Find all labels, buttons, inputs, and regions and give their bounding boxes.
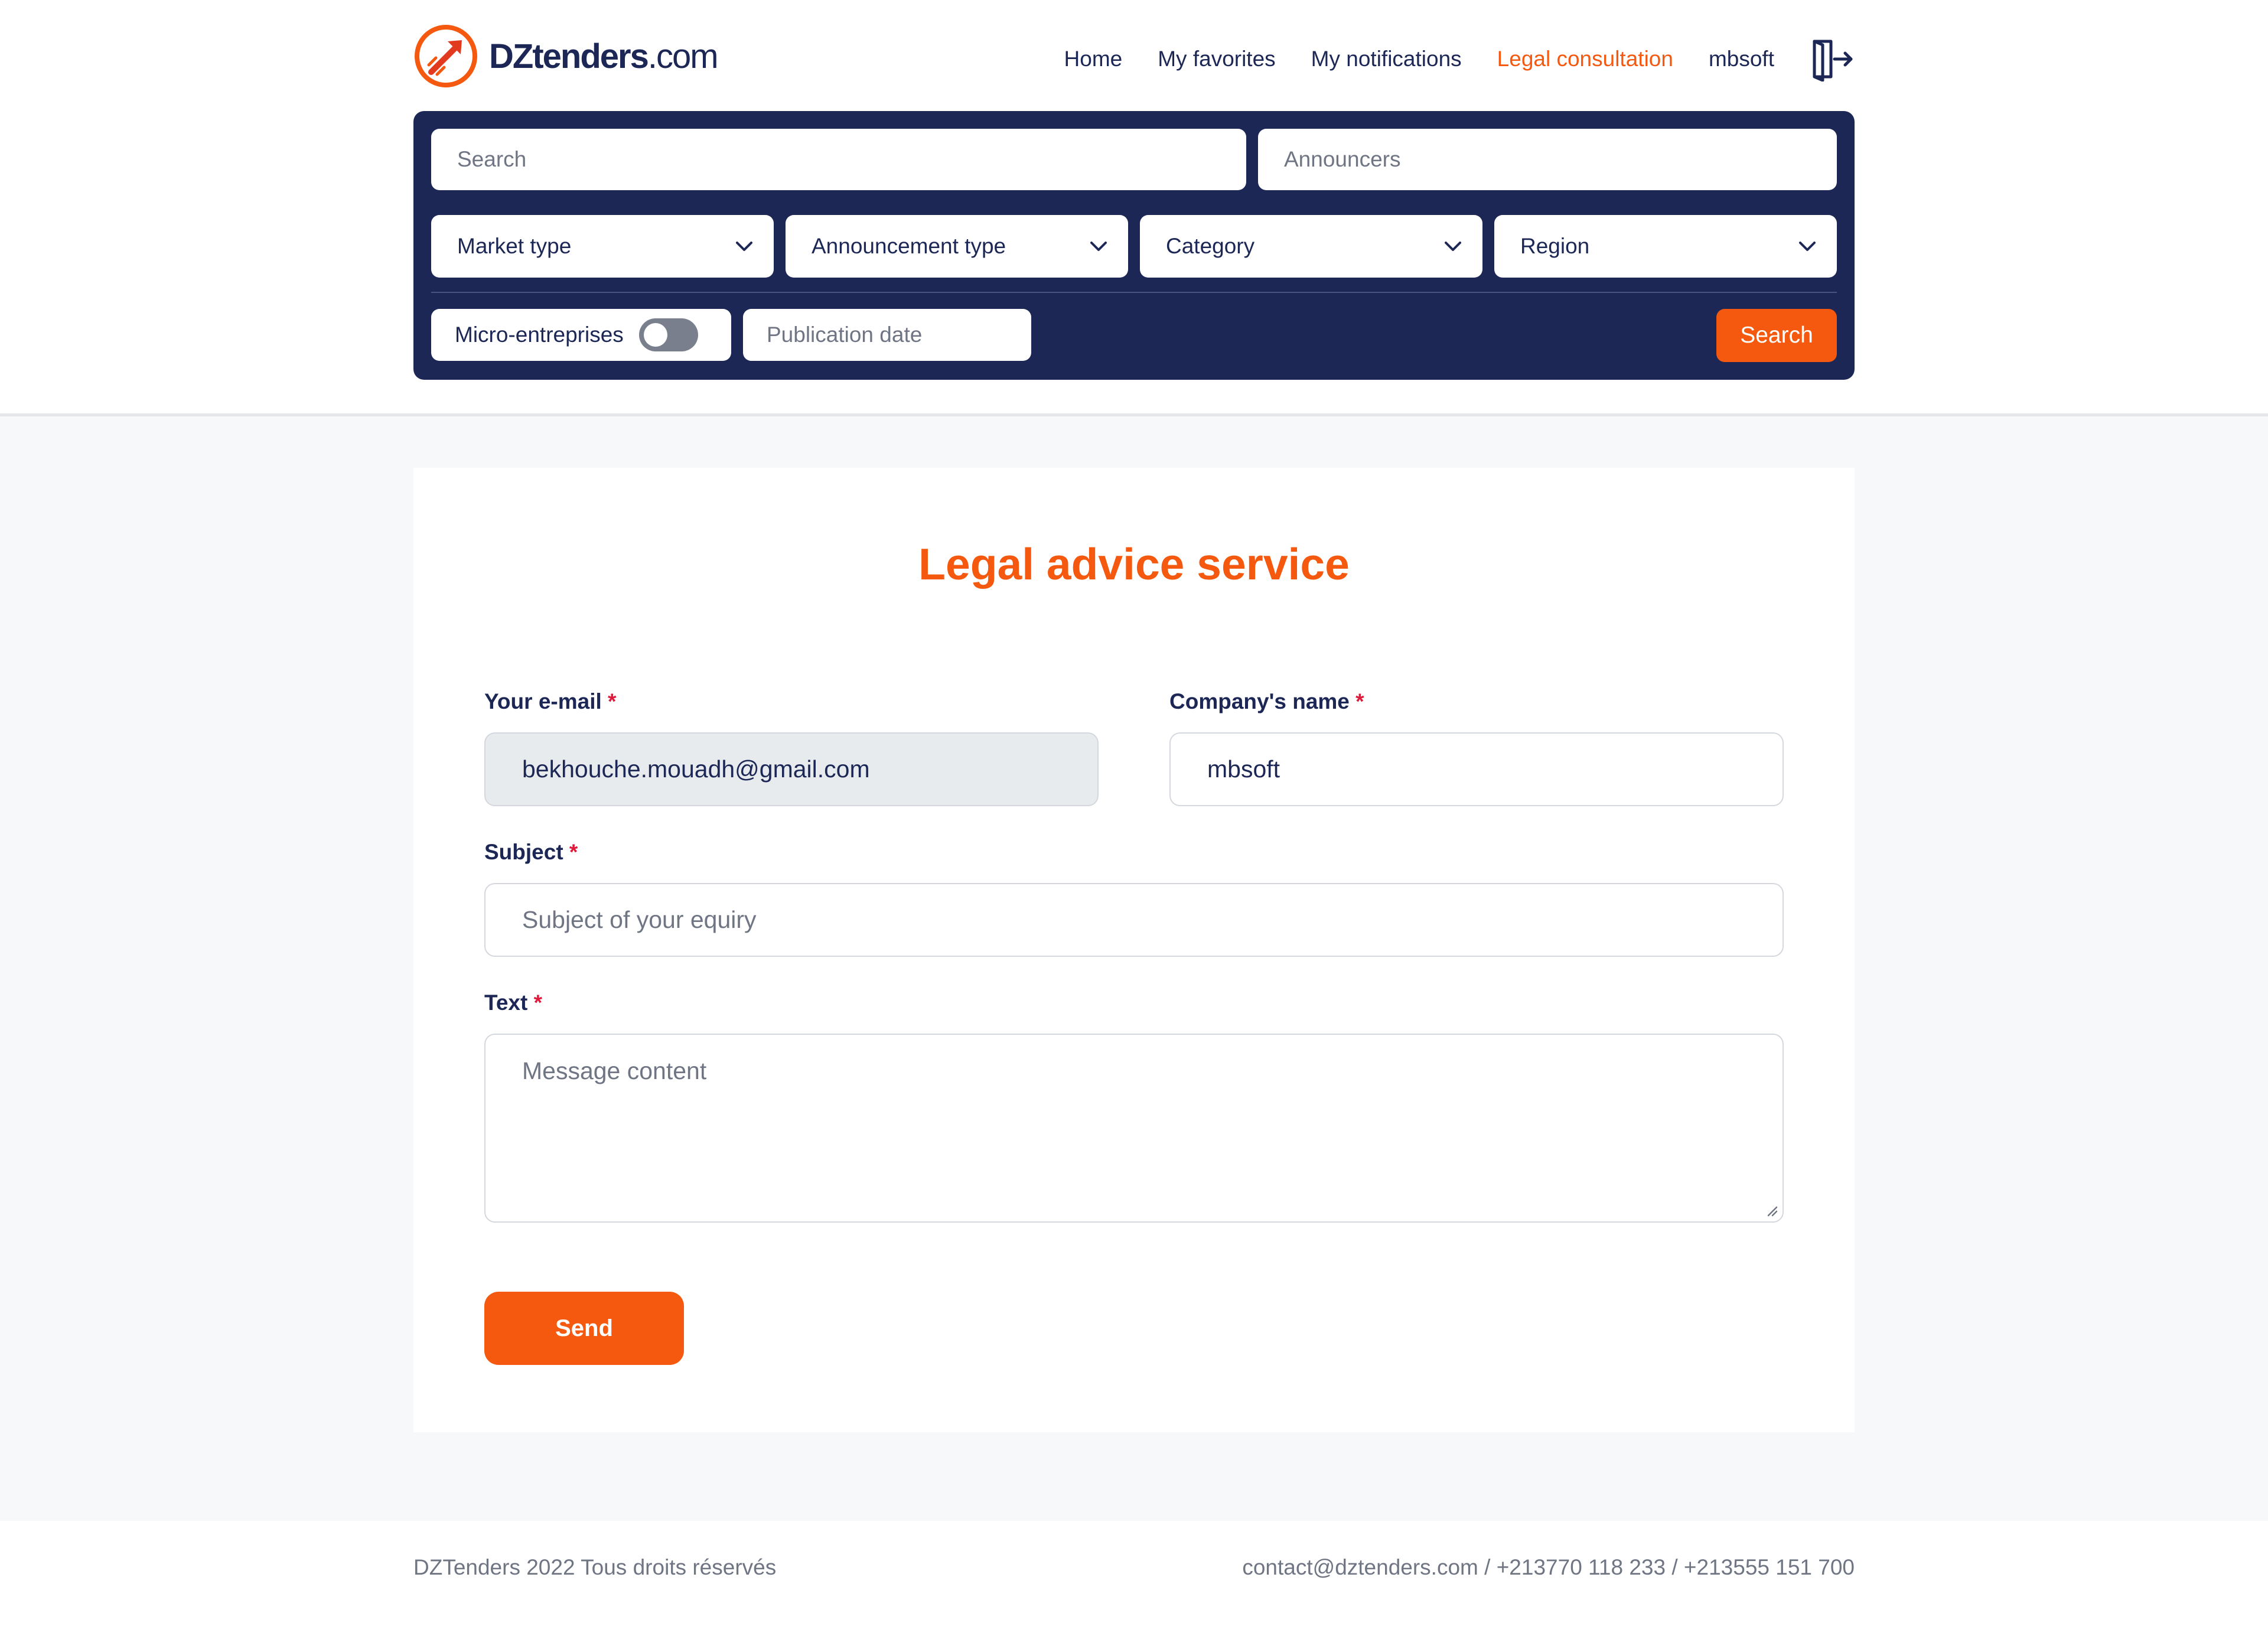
logo-rocket-icon <box>415 25 477 87</box>
header: DZtenders.com Home My favorites My notif… <box>0 0 2268 416</box>
nav-my-notifications[interactable]: My notifications <box>1311 47 1462 71</box>
required-asterisk: * <box>608 689 617 713</box>
nav-user-account[interactable]: mbsoft <box>1709 47 1774 71</box>
required-asterisk: * <box>569 840 578 864</box>
company-label-text: Company's name <box>1169 689 1350 713</box>
chevron-down-icon <box>1799 242 1816 251</box>
send-button[interactable]: Send <box>484 1292 684 1365</box>
announcers-input[interactable]: Announcers <box>1258 129 1837 190</box>
subject-label: Subject * <box>484 840 578 865</box>
nav-my-favorites[interactable]: My favorites <box>1158 47 1275 71</box>
region-select[interactable]: Region <box>1494 215 1837 278</box>
announcement-type-value: Announcement type <box>812 234 1006 258</box>
email-label-text: Your e-mail <box>484 689 602 713</box>
subject-field[interactable]: Subject of your equiry <box>484 883 1784 957</box>
email-label: Your e-mail * <box>484 689 616 714</box>
email-field[interactable]: bekhouche.mouadh@gmail.com <box>484 732 1099 806</box>
toggle-knob <box>643 323 667 347</box>
legal-advice-form-card: Legal advice service Your e-mail * bekho… <box>413 468 1855 1432</box>
resize-handle-icon[interactable] <box>1764 1203 1778 1217</box>
region-value: Region <box>1520 234 1590 258</box>
chevron-down-icon <box>736 242 752 251</box>
text-label-text: Text <box>484 990 528 1015</box>
logo-text: DZtenders.com <box>489 37 719 76</box>
message-textarea[interactable]: Message content <box>484 1034 1784 1223</box>
required-asterisk: * <box>1355 689 1364 713</box>
search-divider <box>431 292 1837 293</box>
market-type-select[interactable]: Market type <box>431 215 774 278</box>
chevron-down-icon <box>1445 242 1461 251</box>
subject-label-text: Subject <box>484 840 563 864</box>
search-panel: Search Announcers Market type Announceme… <box>413 111 1855 380</box>
search-button[interactable]: Search <box>1716 309 1837 362</box>
nav-legal-consultation[interactable]: Legal consultation <box>1497 47 1673 71</box>
micro-entreprises-label: Micro-entreprises <box>455 322 624 347</box>
footer-copyright: DZTenders 2022 Tous droits réservés <box>413 1555 777 1579</box>
category-value: Category <box>1166 234 1255 258</box>
micro-entreprises-toggle[interactable] <box>638 318 698 351</box>
category-select[interactable]: Category <box>1140 215 1482 278</box>
required-asterisk: * <box>533 990 543 1015</box>
company-label: Company's name * <box>1169 689 1364 714</box>
logout-icon[interactable] <box>1810 37 1855 82</box>
publication-date-input[interactable]: Publication date <box>743 309 1031 361</box>
text-label: Text * <box>484 990 542 1015</box>
footer-contact: contact@dztenders.com / +213770 118 233 … <box>1242 1555 1855 1579</box>
micro-entreprises-filter: Micro-entreprises <box>431 309 731 361</box>
main-content: Legal advice service Your e-mail * bekho… <box>0 416 2268 1521</box>
chevron-down-icon <box>1090 242 1107 251</box>
announcement-type-select[interactable]: Announcement type <box>786 215 1128 278</box>
market-type-value: Market type <box>457 234 572 258</box>
company-name-field[interactable]: mbsoft <box>1169 732 1784 806</box>
nav-home[interactable]: Home <box>1064 47 1123 71</box>
logo[interactable]: DZtenders.com <box>413 24 719 89</box>
footer: DZTenders 2022 Tous droits réservés cont… <box>0 1521 2268 1626</box>
search-input[interactable]: Search <box>431 129 1246 190</box>
main-nav: Home My favorites My notifications Legal… <box>1029 32 1855 86</box>
message-placeholder: Message content <box>522 1057 707 1084</box>
page-title: Legal advice service <box>918 539 1350 589</box>
